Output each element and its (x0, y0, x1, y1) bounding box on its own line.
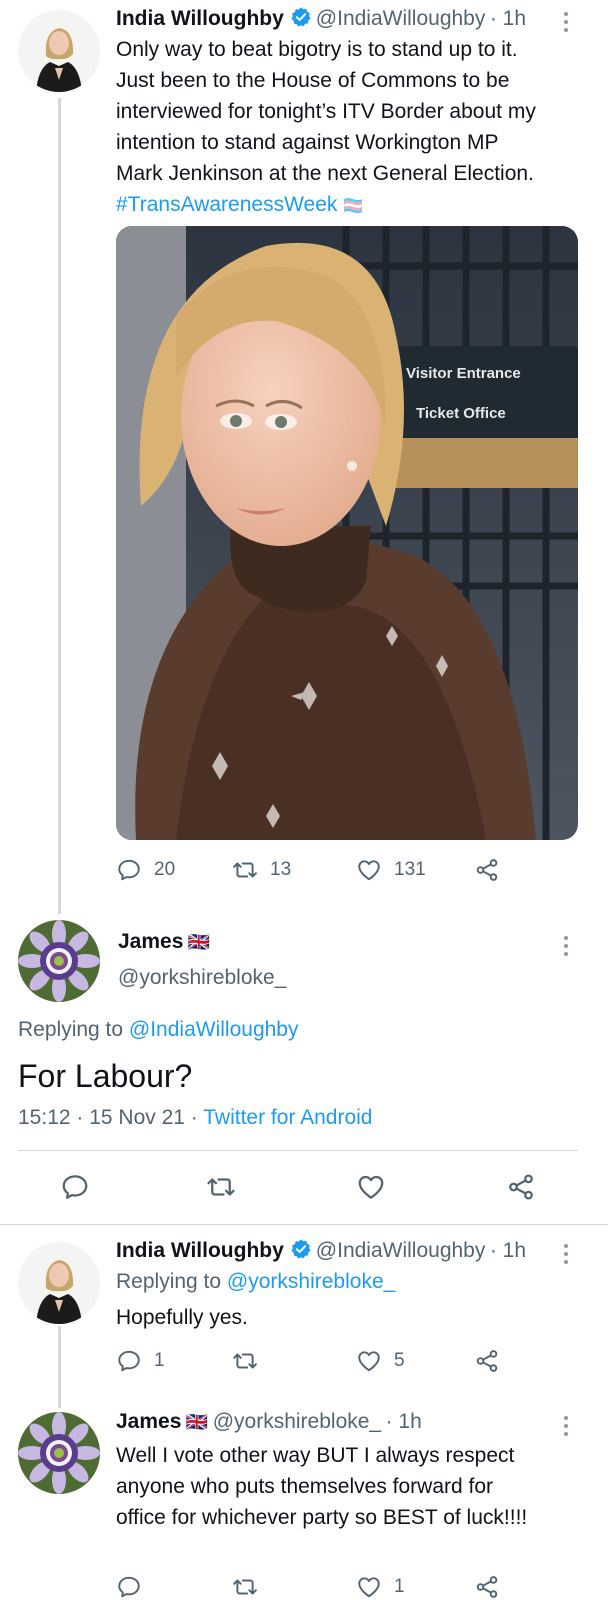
tweet-header: James 🇬🇧 (118, 930, 210, 954)
retweet-count: 13 (270, 859, 292, 880)
tweet-meta: 15:12 · 15 Nov 21 · Twitter for Android (18, 1106, 373, 1130)
reply-icon (60, 1172, 90, 1202)
avatar[interactable] (18, 10, 100, 92)
user-handle[interactable]: @yorkshirebloke_ (213, 1410, 381, 1433)
thread-connector (58, 98, 61, 914)
tweet-text-line: Well I vote other way BUT I always respe… (116, 1444, 515, 1467)
like-count: 131 (394, 859, 426, 880)
reply-button[interactable] (60, 1172, 90, 1202)
share-button[interactable] (474, 857, 500, 883)
avatar[interactable] (18, 1412, 100, 1494)
uk-flag-emoji: 🇬🇧 (187, 932, 211, 952)
tweet-text: Well I vote other way BUT I always respe… (116, 1440, 596, 1533)
photo-sign-line2: Ticket Office (416, 405, 506, 422)
tweet-text-line: interviewed for tonight’s ITV Border abo… (116, 100, 536, 123)
tweet-actions: 20 13 131 (116, 857, 578, 887)
share-icon (474, 1348, 500, 1374)
reply-button[interactable]: 20 (116, 857, 175, 883)
retweet-button[interactable]: 13 (232, 857, 291, 883)
reply-icon (116, 857, 142, 883)
focused-tweet-actions (0, 1172, 608, 1206)
trans-flag-emoji: 🏳️‍⚧️ (343, 198, 364, 215)
user-handle[interactable]: @yorkshirebloke_ (118, 966, 286, 990)
display-name[interactable]: James (116, 1410, 181, 1433)
more-options-icon[interactable] (556, 934, 576, 958)
replying-to-link[interactable]: @IndiaWilloughby (129, 1018, 299, 1041)
replying-to-link[interactable]: @yorkshirebloke_ (227, 1270, 395, 1293)
retweet-icon (232, 857, 258, 883)
replying-to: Replying to @IndiaWilloughby (18, 1018, 298, 1042)
hashtag-link[interactable]: #TransAwarenessWeek (116, 193, 337, 216)
like-button[interactable]: 1 (356, 1574, 405, 1600)
reply-button[interactable]: 1 (116, 1348, 165, 1374)
focused-tweet-text: For Labour? (18, 1058, 193, 1094)
tweet-text-line: Mark Jenkinson at the next General Elect… (116, 162, 534, 185)
uk-flag-emoji: 🇬🇧 (185, 1412, 209, 1432)
tweet-photo[interactable]: Visitor Entrance Ticket Office (116, 226, 578, 840)
tweet-text: Hopefully yes. (116, 1306, 248, 1329)
verified-badge-icon (290, 1238, 312, 1260)
share-button[interactable] (474, 1348, 500, 1374)
replying-to-label: Replying to (116, 1270, 222, 1293)
avatar[interactable] (18, 1242, 100, 1324)
share-button[interactable] (474, 1574, 500, 1600)
replying-to-label: Replying to (18, 1018, 124, 1041)
tweet-datetime[interactable]: 15:12 · 15 Nov 21 · (18, 1106, 198, 1129)
tweet-source-link[interactable]: Twitter for Android (203, 1106, 372, 1129)
thread-connector (58, 1326, 61, 1408)
display-name[interactable]: India Willoughby (116, 7, 284, 30)
tweet-timestamp[interactable]: · 1h (490, 7, 526, 30)
reply-count: 20 (154, 859, 176, 880)
like-count: 5 (394, 1350, 405, 1371)
reply-icon (116, 1574, 142, 1600)
tweet-text-line: anyone who puts themselves forward for (116, 1475, 494, 1498)
tweet-text-line: intention to stand against Workington MP (116, 131, 499, 154)
heart-icon (356, 1348, 382, 1374)
display-name[interactable]: James (118, 930, 183, 953)
retweet-button[interactable] (232, 1574, 258, 1600)
tweet-header: India Willoughby @IndiaWilloughby · 1h (116, 1238, 526, 1263)
tweet-timestamp[interactable]: · 1h (490, 1239, 526, 1262)
tweet-text: Only way to beat bigotry is to stand up … (116, 34, 586, 222)
like-button[interactable] (356, 1172, 386, 1202)
verified-badge-icon (290, 6, 312, 28)
avatar[interactable] (18, 920, 100, 1002)
share-icon (474, 857, 500, 883)
retweet-button[interactable] (206, 1172, 236, 1202)
tweet-header: James 🇬🇧 @yorkshirebloke_ · 1h (116, 1410, 422, 1434)
reply-icon (116, 1348, 142, 1374)
more-options-icon[interactable] (556, 1242, 576, 1266)
tweet-text-line: Just been to the House of Commons to be (116, 69, 510, 92)
tweet-timestamp[interactable]: · 1h (386, 1410, 422, 1433)
heart-icon (356, 1574, 382, 1600)
tweet-text-line: office for whichever party so BEST of lu… (116, 1506, 528, 1529)
heart-icon (356, 1172, 386, 1202)
more-options-icon[interactable] (556, 10, 576, 34)
reply-count: 1 (154, 1350, 165, 1371)
like-button[interactable]: 131 (356, 857, 426, 883)
retweet-button[interactable] (232, 1348, 258, 1374)
heart-icon (356, 857, 382, 883)
photo-sign-line1: Visitor Entrance (406, 365, 521, 382)
tweet-actions: 1 (116, 1574, 578, 1600)
reply-button[interactable] (116, 1574, 142, 1600)
user-handle[interactable]: @IndiaWilloughby (316, 7, 486, 30)
user-handle[interactable]: @IndiaWilloughby (316, 1239, 486, 1262)
tweet-actions: 1 5 (116, 1348, 578, 1378)
retweet-icon (206, 1172, 236, 1202)
like-count: 1 (394, 1576, 405, 1597)
retweet-icon (232, 1574, 258, 1600)
divider (18, 1150, 578, 1151)
replying-to: Replying to @yorkshirebloke_ (116, 1270, 395, 1294)
more-options-icon[interactable] (556, 1414, 576, 1438)
tweet-text-line: Only way to beat bigotry is to stand up … (116, 38, 518, 61)
share-icon (506, 1172, 536, 1202)
display-name[interactable]: India Willoughby (116, 1239, 284, 1262)
like-button[interactable]: 5 (356, 1348, 405, 1374)
retweet-icon (232, 1348, 258, 1374)
share-button[interactable] (506, 1172, 536, 1202)
divider (0, 1224, 608, 1225)
share-icon (474, 1574, 500, 1600)
tweet-header: India Willoughby @IndiaWilloughby · 1h (116, 6, 526, 31)
